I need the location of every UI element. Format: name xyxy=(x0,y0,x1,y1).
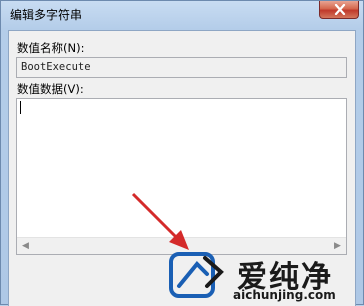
value-name-label: 数值名称(N): xyxy=(17,41,85,55)
close-button[interactable] xyxy=(319,1,359,19)
brand-logo-icon xyxy=(169,252,224,298)
window-title: 编辑多字符串 xyxy=(10,8,83,22)
brand-url: aichunjing.com xyxy=(233,288,336,302)
pointer-arrow-icon xyxy=(131,192,189,250)
close-icon xyxy=(334,4,346,15)
edit-multi-string-dialog: 编辑多字符串 数值名称(N): BootExecute 数值数据(V): ◀ ▶ xyxy=(0,0,364,306)
value-name-field[interactable]: BootExecute xyxy=(16,57,347,78)
watermark: 爱纯净 aichunjing.com xyxy=(159,248,364,306)
value-data-label: 数值数据(V): xyxy=(17,82,84,96)
text-caret xyxy=(20,101,21,114)
title-bar[interactable]: 编辑多字符串 xyxy=(1,1,363,29)
scroll-left-icon[interactable]: ◀ xyxy=(17,238,34,254)
